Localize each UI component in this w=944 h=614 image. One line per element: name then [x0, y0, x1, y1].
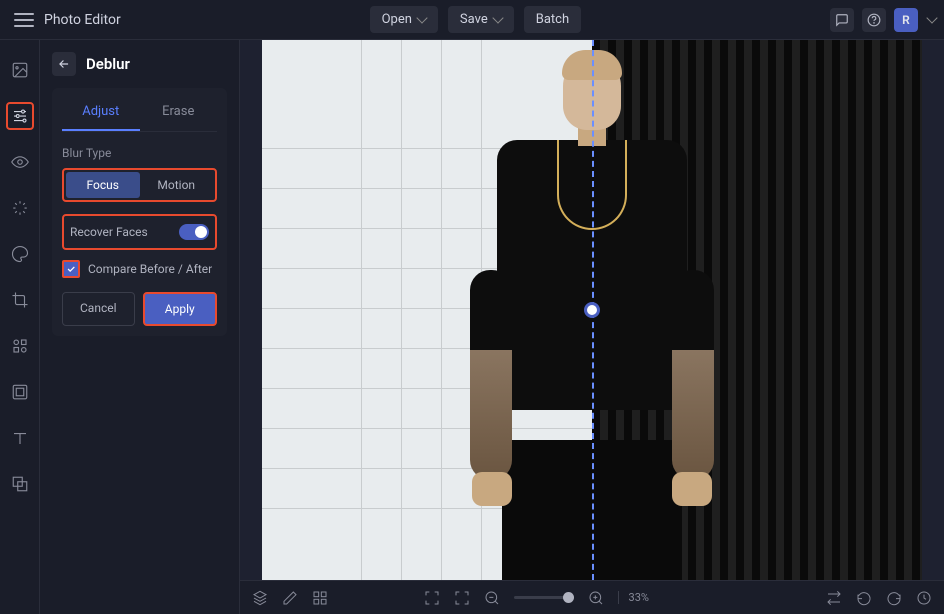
- app-title: Photo Editor: [44, 12, 121, 28]
- batch-label: Batch: [536, 12, 569, 27]
- side-panel: Deblur Adjust Erase Blur Type Focus Moti…: [40, 40, 240, 614]
- motion-option[interactable]: Motion: [140, 172, 214, 198]
- zoom-out-icon[interactable]: [484, 590, 500, 606]
- recover-faces-row: Recover Faces: [62, 214, 217, 250]
- avatar[interactable]: R: [894, 8, 918, 32]
- grid-icon[interactable]: [312, 590, 328, 606]
- crop-tool-icon[interactable]: [6, 286, 34, 314]
- canvas[interactable]: [240, 40, 944, 580]
- open-button[interactable]: Open: [370, 6, 438, 33]
- fit-icon[interactable]: [454, 590, 470, 606]
- overlay-tool-icon[interactable]: [6, 470, 34, 498]
- zoom-value: 33%: [618, 591, 649, 604]
- save-button[interactable]: Save: [448, 6, 514, 33]
- history-icon[interactable]: [916, 590, 932, 606]
- fullscreen-icon[interactable]: [424, 590, 440, 606]
- focus-option[interactable]: Focus: [66, 172, 140, 198]
- compare-slider-handle[interactable]: [584, 302, 600, 318]
- recover-faces-label: Recover Faces: [70, 225, 148, 239]
- menu-icon[interactable]: [14, 10, 34, 30]
- compare-label: Compare Before / After: [88, 262, 212, 276]
- frame-tool-icon[interactable]: [6, 378, 34, 406]
- layers-icon[interactable]: [252, 590, 268, 606]
- compare-icon[interactable]: [826, 590, 842, 606]
- tab-erase[interactable]: Erase: [140, 98, 218, 131]
- edit-icon[interactable]: [282, 590, 298, 606]
- save-label: Save: [460, 12, 488, 27]
- chevron-down-icon: [416, 12, 427, 23]
- chevron-down-icon[interactable]: [926, 12, 937, 23]
- compare-checkbox[interactable]: [62, 260, 80, 278]
- palette-tool-icon[interactable]: [6, 240, 34, 268]
- chat-icon[interactable]: [830, 8, 854, 32]
- image-preview: [262, 40, 922, 580]
- batch-button[interactable]: Batch: [524, 6, 581, 33]
- toolbar: [0, 40, 40, 614]
- bottom-bar: 33%: [240, 580, 944, 614]
- recover-faces-toggle[interactable]: [179, 224, 209, 240]
- sparkle-tool-icon[interactable]: [6, 194, 34, 222]
- chevron-down-icon: [492, 12, 503, 23]
- blur-type-segment: Focus Motion: [62, 168, 217, 202]
- tab-adjust[interactable]: Adjust: [62, 98, 140, 131]
- help-icon[interactable]: [862, 8, 886, 32]
- back-button[interactable]: [52, 52, 76, 76]
- panel-title: Deblur: [86, 55, 130, 73]
- undo-icon[interactable]: [856, 590, 872, 606]
- shapes-tool-icon[interactable]: [6, 332, 34, 360]
- open-label: Open: [382, 12, 412, 27]
- zoom-slider-thumb[interactable]: [563, 592, 574, 603]
- redo-icon[interactable]: [886, 590, 902, 606]
- image-tool-icon[interactable]: [6, 56, 34, 84]
- blur-type-label: Blur Type: [62, 146, 217, 160]
- text-tool-icon[interactable]: [6, 424, 34, 452]
- zoom-slider[interactable]: [514, 596, 574, 599]
- adjust-tool-icon[interactable]: [6, 102, 34, 130]
- eye-tool-icon[interactable]: [6, 148, 34, 176]
- apply-button[interactable]: Apply: [143, 292, 218, 326]
- zoom-in-icon[interactable]: [588, 590, 604, 606]
- cancel-button[interactable]: Cancel: [62, 292, 135, 326]
